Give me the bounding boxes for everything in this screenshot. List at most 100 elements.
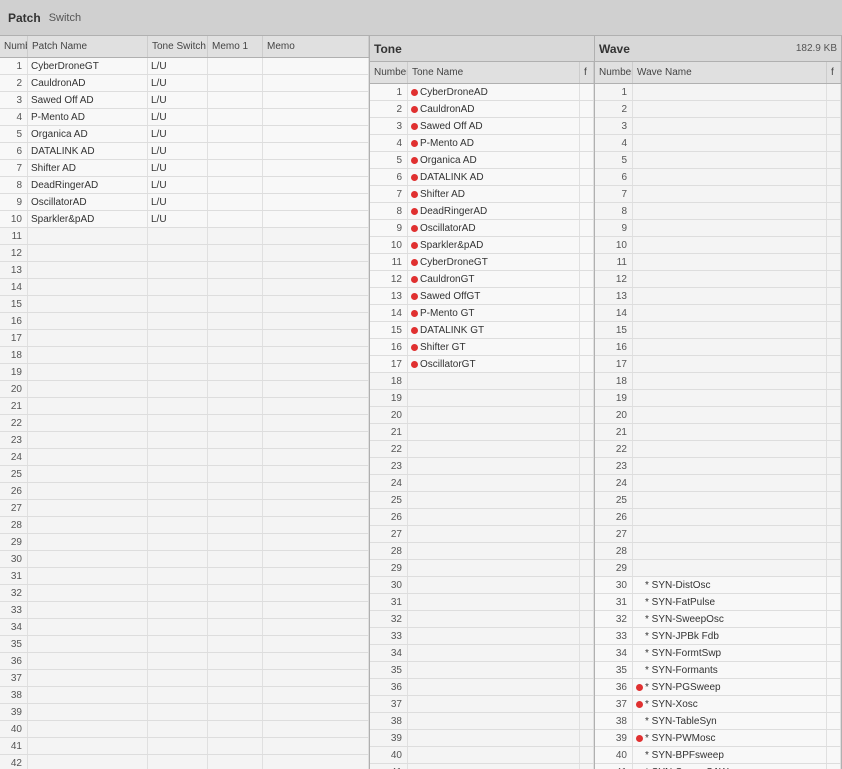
patch-row[interactable]: 28 bbox=[0, 517, 369, 534]
tone-row[interactable]: 12 CauldronGT bbox=[370, 271, 594, 288]
patch-row[interactable]: 37 bbox=[0, 670, 369, 687]
patch-row[interactable]: 9 OscillatorAD L/U bbox=[0, 194, 369, 211]
patch-row[interactable]: 22 bbox=[0, 415, 369, 432]
patch-row[interactable]: 26 bbox=[0, 483, 369, 500]
tone-row[interactable]: 6 DATALINK AD bbox=[370, 169, 594, 186]
wave-row[interactable]: 4 bbox=[595, 135, 841, 152]
tone-row[interactable]: 30 bbox=[370, 577, 594, 594]
patch-row[interactable]: 16 bbox=[0, 313, 369, 330]
tone-row[interactable]: 3 Sawed Off AD bbox=[370, 118, 594, 135]
wave-row[interactable]: 23 bbox=[595, 458, 841, 475]
tone-row[interactable]: 27 bbox=[370, 526, 594, 543]
wave-row[interactable]: 31 * SYN-FatPulse bbox=[595, 594, 841, 611]
wave-row[interactable]: 9 bbox=[595, 220, 841, 237]
tone-rows-container[interactable]: 1 CyberDroneAD 2 CauldronAD 3 Sawed Off … bbox=[370, 84, 594, 769]
wave-row[interactable]: 28 bbox=[595, 543, 841, 560]
tone-row[interactable]: 39 bbox=[370, 730, 594, 747]
wave-row[interactable]: 14 bbox=[595, 305, 841, 322]
tone-row[interactable]: 18 bbox=[370, 373, 594, 390]
tone-row[interactable]: 16 Shifter GT bbox=[370, 339, 594, 356]
wave-row[interactable]: 29 bbox=[595, 560, 841, 577]
wave-row[interactable]: 26 bbox=[595, 509, 841, 526]
patch-row[interactable]: 14 bbox=[0, 279, 369, 296]
tone-row[interactable]: 28 bbox=[370, 543, 594, 560]
tone-row[interactable]: 17 OscillatorGT bbox=[370, 356, 594, 373]
patch-row[interactable]: 10 Sparkler&pAD L/U bbox=[0, 211, 369, 228]
patch-row[interactable]: 39 bbox=[0, 704, 369, 721]
patch-rows-container[interactable]: 1 CyberDroneGT L/U 2 CauldronAD L/U 3 Sa… bbox=[0, 58, 369, 769]
tone-row[interactable]: 32 bbox=[370, 611, 594, 628]
wave-row[interactable]: 21 bbox=[595, 424, 841, 441]
tone-row[interactable]: 15 DATALINK GT bbox=[370, 322, 594, 339]
patch-row[interactable]: 32 bbox=[0, 585, 369, 602]
wave-row[interactable]: 27 bbox=[595, 526, 841, 543]
patch-row[interactable]: 12 bbox=[0, 245, 369, 262]
patch-row[interactable]: 30 bbox=[0, 551, 369, 568]
patch-row[interactable]: 18 bbox=[0, 347, 369, 364]
wave-row[interactable]: 25 bbox=[595, 492, 841, 509]
patch-row[interactable]: 15 bbox=[0, 296, 369, 313]
tone-row[interactable]: 24 bbox=[370, 475, 594, 492]
wave-row[interactable]: 35 * SYN-Formants bbox=[595, 662, 841, 679]
wave-row[interactable]: 37 * SYN-Xosc bbox=[595, 696, 841, 713]
wave-row[interactable]: 30 * SYN-DistOsc bbox=[595, 577, 841, 594]
tone-row[interactable]: 23 bbox=[370, 458, 594, 475]
patch-row[interactable]: 20 bbox=[0, 381, 369, 398]
wave-row[interactable]: 39 * SYN-PWMosc bbox=[595, 730, 841, 747]
patch-row[interactable]: 1 CyberDroneGT L/U bbox=[0, 58, 369, 75]
wave-row[interactable]: 22 bbox=[595, 441, 841, 458]
wave-row[interactable]: 40 * SYN-BPFsweep bbox=[595, 747, 841, 764]
wave-row[interactable]: 36 * SYN-PGSweep bbox=[595, 679, 841, 696]
tone-row[interactable]: 31 bbox=[370, 594, 594, 611]
patch-row[interactable]: 24 bbox=[0, 449, 369, 466]
tone-row[interactable]: 11 CyberDroneGT bbox=[370, 254, 594, 271]
patch-row[interactable]: 40 bbox=[0, 721, 369, 738]
patch-row[interactable]: 17 bbox=[0, 330, 369, 347]
tone-row[interactable]: 20 bbox=[370, 407, 594, 424]
wave-row[interactable]: 1 bbox=[595, 84, 841, 101]
tone-row[interactable]: 21 bbox=[370, 424, 594, 441]
wave-row[interactable]: 16 bbox=[595, 339, 841, 356]
wave-row[interactable]: 3 bbox=[595, 118, 841, 135]
tone-row[interactable]: 29 bbox=[370, 560, 594, 577]
tone-row[interactable]: 35 bbox=[370, 662, 594, 679]
wave-row[interactable]: 11 bbox=[595, 254, 841, 271]
patch-row[interactable]: 31 bbox=[0, 568, 369, 585]
tone-row[interactable]: 10 Sparkler&pAD bbox=[370, 237, 594, 254]
wave-row[interactable]: 2 bbox=[595, 101, 841, 118]
tone-row[interactable]: 34 bbox=[370, 645, 594, 662]
tone-row[interactable]: 2 CauldronAD bbox=[370, 101, 594, 118]
patch-row[interactable]: 19 bbox=[0, 364, 369, 381]
wave-row[interactable]: 33 * SYN-JPBk Fdb bbox=[595, 628, 841, 645]
patch-row[interactable]: 29 bbox=[0, 534, 369, 551]
wave-row[interactable]: 5 bbox=[595, 152, 841, 169]
tone-row[interactable]: 25 bbox=[370, 492, 594, 509]
wave-row[interactable]: 8 bbox=[595, 203, 841, 220]
wave-row[interactable]: 10 bbox=[595, 237, 841, 254]
wave-row[interactable]: 41 * SYN-SweepSAW bbox=[595, 764, 841, 769]
patch-row[interactable]: 3 Sawed Off AD L/U bbox=[0, 92, 369, 109]
tone-row[interactable]: 26 bbox=[370, 509, 594, 526]
patch-row[interactable]: 38 bbox=[0, 687, 369, 704]
wave-row[interactable]: 6 bbox=[595, 169, 841, 186]
tone-row[interactable]: 38 bbox=[370, 713, 594, 730]
patch-row[interactable]: 35 bbox=[0, 636, 369, 653]
tone-row[interactable]: 33 bbox=[370, 628, 594, 645]
patch-row[interactable]: 25 bbox=[0, 466, 369, 483]
patch-row[interactable]: 4 P-Mento AD L/U bbox=[0, 109, 369, 126]
tone-row[interactable]: 7 Shifter AD bbox=[370, 186, 594, 203]
patch-row[interactable]: 13 bbox=[0, 262, 369, 279]
wave-row[interactable]: 20 bbox=[595, 407, 841, 424]
tone-row[interactable]: 14 P-Mento GT bbox=[370, 305, 594, 322]
tone-row[interactable]: 4 P-Mento AD bbox=[370, 135, 594, 152]
patch-row[interactable]: 42 bbox=[0, 755, 369, 769]
tone-row[interactable]: 1 CyberDroneAD bbox=[370, 84, 594, 101]
patch-row[interactable]: 11 bbox=[0, 228, 369, 245]
wave-rows-container[interactable]: 1 2 3 4 5 6 7 8 9 10 11 bbox=[595, 84, 841, 769]
tone-row[interactable]: 8 DeadRingerAD bbox=[370, 203, 594, 220]
patch-row[interactable]: 36 bbox=[0, 653, 369, 670]
wave-row[interactable]: 38 * SYN-TableSyn bbox=[595, 713, 841, 730]
patch-row[interactable]: 8 DeadRingerAD L/U bbox=[0, 177, 369, 194]
wave-row[interactable]: 13 bbox=[595, 288, 841, 305]
tone-row[interactable]: 5 Organica AD bbox=[370, 152, 594, 169]
